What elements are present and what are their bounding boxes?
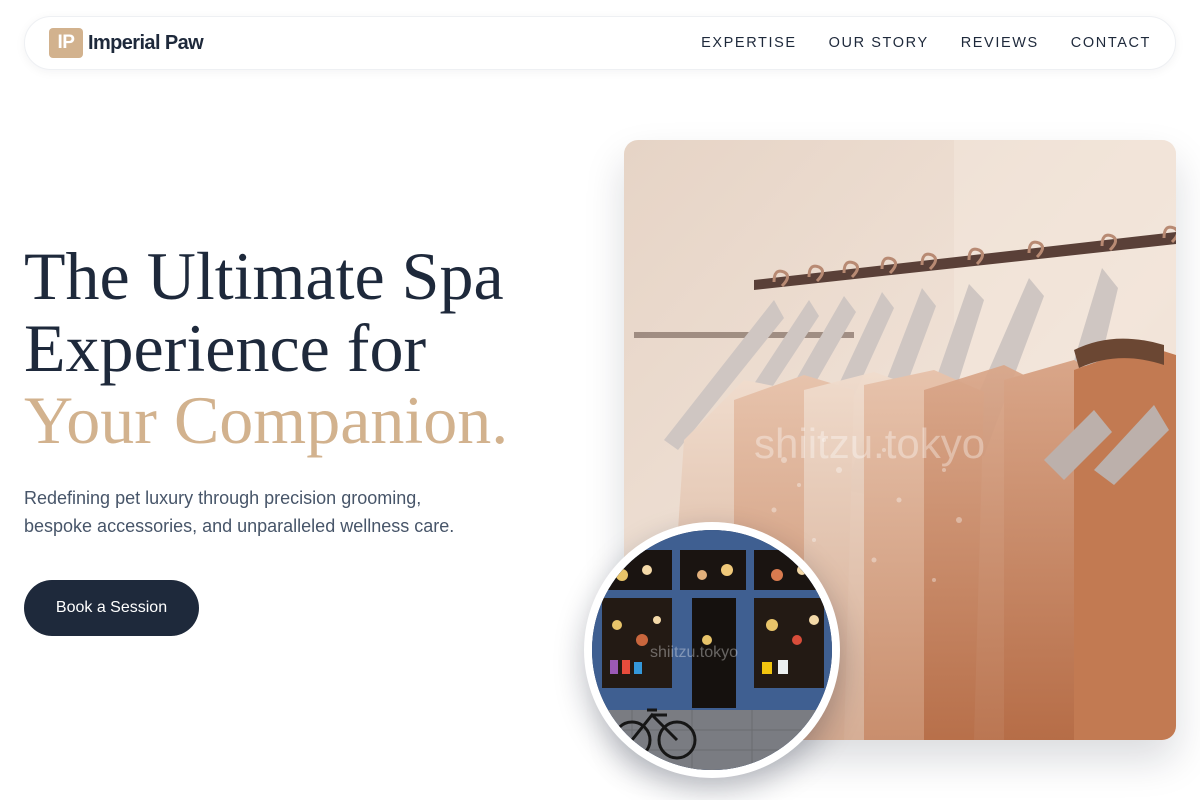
logo-badge: IP [49,28,83,58]
subtext-line-2: bespoke accessories, and unparalleled we… [24,516,455,536]
nav-link-reviews[interactable]: REVIEWS [961,35,1039,51]
main-nav: EXPERTISE OUR STORY REVIEWS CONTACT [701,35,1151,51]
subtext-line-1: Redefining pet luxury through precision … [24,488,422,508]
headline-line-1: The Ultimate Spa [24,238,504,314]
nav-link-expertise[interactable]: EXPERTISE [701,35,797,51]
nav-link-our-story[interactable]: OUR STORY [829,35,929,51]
brand-logo[interactable]: IP Imperial Paw [49,28,204,58]
book-session-button[interactable]: Book a Session [24,580,199,636]
hero-headline: The Ultimate Spa Experience for Your Com… [24,240,604,456]
site-header: IP Imperial Paw EXPERTISE OUR STORY REVI… [24,16,1176,70]
headline-accent: Your Companion. [24,382,509,458]
inset-image-shopfront: shiitzu.tokyo [584,522,840,778]
headline-line-2: Experience for [24,310,427,386]
brand-name: Imperial Paw [88,31,204,54]
hero-subtext: Redefining pet luxury through precision … [24,484,494,540]
nav-link-contact[interactable]: CONTACT [1071,35,1151,51]
